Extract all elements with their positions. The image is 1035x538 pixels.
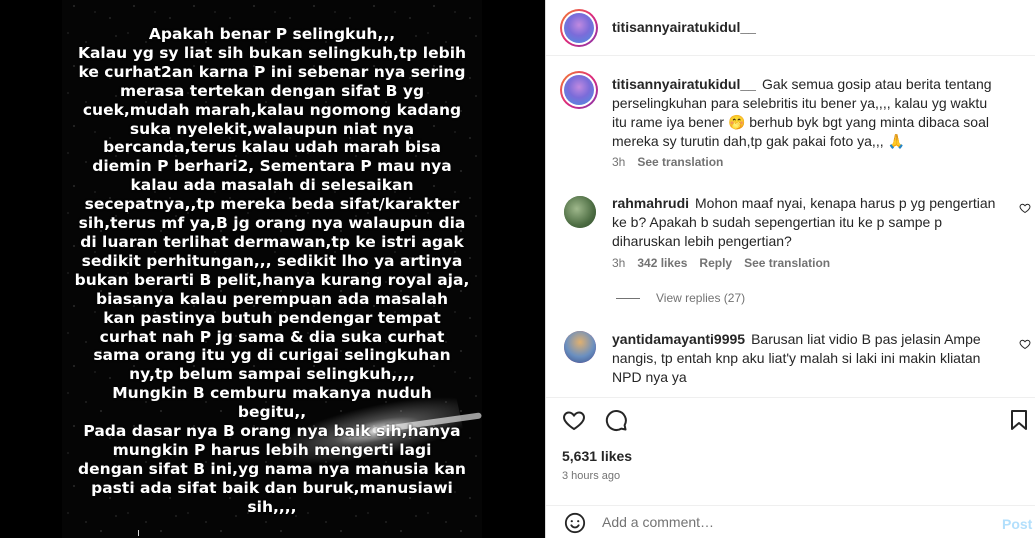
caption-line: Pada dasar nya B orang nya baik sih,hany… [83, 422, 461, 441]
avatar[interactable] [560, 71, 598, 109]
view-replies-button[interactable]: View replies (27) [616, 291, 745, 305]
post-timestamp[interactable]: 3 hours ago [562, 470, 620, 482]
caption-line: merasa tertekan dengan sifat B yg [119, 81, 425, 100]
post-media: Apakah benar P selingkuh,,, Kalau yg sy l… [0, 0, 545, 538]
like-heart-icon[interactable] [1019, 202, 1031, 214]
comment-meta: 3h 342 likes Reply See translation [612, 256, 842, 270]
caption-line: diemin P berhari2, Sementara P mau nya [92, 157, 452, 176]
caption-line: suka nyelekit,walaupun niat nya [129, 119, 415, 138]
caption-line: Kalau yg sy liat sih bukan selingkuh,tp … [77, 43, 467, 62]
caption-line: sedikit perhitungan,,, sedikit lho ya ar… [81, 251, 463, 270]
caption-line: begitu,, [237, 403, 307, 422]
comment: rahmahrudi Mohon maaf nyai, kenapa harus … [612, 194, 1002, 251]
comment-time: 3h [612, 256, 626, 270]
like-heart-icon[interactable] [1019, 338, 1031, 350]
comment-username[interactable]: rahmahrudi [612, 195, 689, 211]
caption-line: curhat nah P jg sama & dia suka curhat [99, 327, 445, 346]
caption-line: secepatnya,,tp mereka beda sifat/karakte… [84, 195, 460, 214]
comment-meta: 3h See translation [612, 155, 735, 169]
caption-line: sih,terus mf ya,B jg orang nya walaupun … [78, 214, 466, 233]
comment-username[interactable]: titisannyairatukidul__ [612, 76, 756, 92]
avatar[interactable] [564, 196, 596, 228]
reply-button[interactable]: Reply [699, 256, 732, 270]
caption-line: pasti ada sifat baik dan buruk,manusiawi [91, 478, 453, 497]
comment: yantidamayanti9995 Barusan liat vidio B p… [612, 330, 1002, 387]
post-image: Apakah benar P selingkuh,,, Kalau yg sy l… [62, 0, 482, 538]
caption-line: cuek,mudah marah,kalau ngomong kadang [82, 100, 462, 119]
caption-line: ny,tp belum sampai selingkuh,,,, [129, 365, 415, 384]
comment-input[interactable] [602, 514, 982, 530]
see-translation-link[interactable]: See translation [744, 256, 830, 270]
post-header: titisannyairatukidul__ [546, 0, 1035, 56]
caption-line: di luaran terlihat dermawan,tp ke istri … [80, 232, 464, 251]
image-corner-mark: ı [137, 527, 141, 538]
caption-line: bukan berarti B pelit,hanya kurang royal… [74, 270, 470, 289]
post-comment-button[interactable]: Post [1002, 516, 1032, 532]
caption-line: kan pastinya butuh pendengar tempat [103, 308, 441, 327]
post-likes-count[interactable]: 5,631 likes [562, 448, 632, 464]
comment-time: 3h [612, 155, 626, 169]
caption-line: bercanda,terus kalau udah marah bisa [103, 138, 441, 157]
caption-line: biasanya kalau perempuan ada masalah [96, 289, 448, 308]
caption-line: sama orang itu yg di curigai selingkuhan [93, 346, 451, 365]
view-replies-line [616, 298, 640, 300]
post-side-panel: titisannyairatukidul__ titisannyairatuki… [545, 0, 1035, 538]
image-caption-text: Apakah benar P selingkuh,,, Kalau yg sy l… [62, 25, 482, 517]
caption-line: Mungkin B cemburu makanya nuduh [112, 384, 432, 403]
comment-bubble-icon[interactable] [604, 408, 628, 432]
comment-username[interactable]: yantidamayanti9995 [612, 331, 745, 347]
bookmark-icon[interactable] [1007, 408, 1031, 432]
avatar[interactable] [560, 9, 598, 47]
avatar[interactable] [564, 331, 596, 363]
caption-line: ke curhat2an karna P ini sebenar nya ser… [78, 62, 466, 81]
comments-list: titisannyairatukidul__ Gak semua gosip at… [546, 57, 1035, 397]
caption-line: dengan sifat B ini,yg nama nya manusia k… [78, 459, 466, 478]
caption-comment: titisannyairatukidul__ Gak semua gosip at… [612, 75, 1002, 151]
header-username[interactable]: titisannyairatukidul__ [612, 19, 756, 35]
see-translation-link[interactable]: See translation [637, 155, 723, 169]
caption-line: sih,,,, [247, 497, 297, 516]
caption-line: Apakah benar P selingkuh,,, [148, 25, 396, 43]
emoji-smiley-icon[interactable] [564, 512, 586, 534]
comment-likes[interactable]: 342 likes [637, 256, 687, 270]
add-comment-bar: Post [546, 505, 1035, 538]
like-heart-icon[interactable] [562, 408, 586, 432]
action-bar [546, 397, 1035, 437]
caption-line: mungkin P harus lebih mengerti lagi [112, 440, 432, 459]
caption-line: kalau ada masalah di selesaikan [130, 176, 414, 195]
